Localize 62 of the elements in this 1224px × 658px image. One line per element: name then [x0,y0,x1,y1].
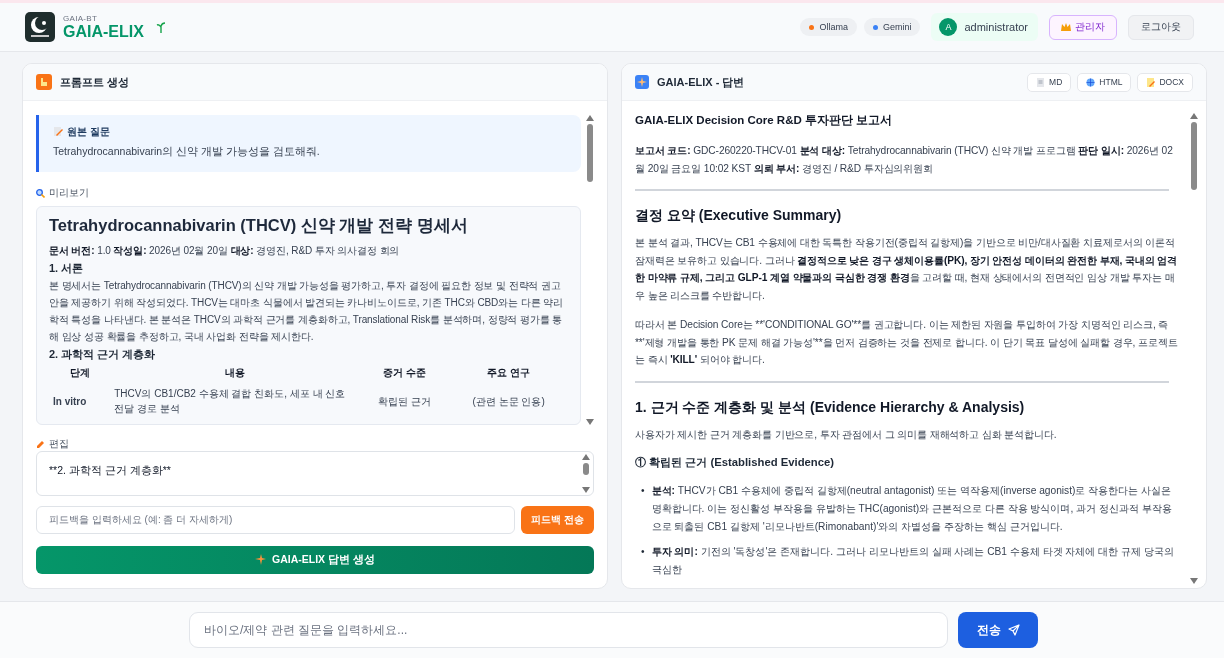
user-avatar: A [939,18,958,36]
sprout-icon [155,21,166,33]
section-heading: 결정 요약 (Executive Summary) [635,207,843,225]
scrollbar[interactable] [581,454,590,493]
paragraph: 본 명세서는 Tetrahydrocannabivarin (THCV)의 신약 개발 가능성을 평가하고, 투자 결정에 필요한 정보 및 전략적 권고안을 제공하기 위해 작성되었다. THCV는 대마초 식물에서 발견되는 카나비노이드로, 기존 THC와 CBD와는 다른 약리학적 특성을 나타낸다. 본 분석은 THCV의 과학적 근거를 계층화하고, Translational Risk를 분석하며, 정량적 평가를 통해 임상 성공 확률을 추정하고, 국내 사업화 전략을 제시한다. [49,279,564,344]
paragraph: 따라서 본 Decision Core는 **'CONDITIONAL GO'**를 권고합니다. 이는 제한된 자원을 투입하여 가장 치명적인 리스크, 즉 **'제형 개발을 통한 PK 문제 해결 가능성'**을 먼저 검증하는 것을 전제로 합니다. 이 단기 목표 달성에 실패할 경우, 프로젝트는 즉시 'KILL' 되어야 합니다. [635,318,1179,367]
panel-title: GAIA-ELIX - 답변 [657,74,745,90]
feedback-input[interactable]: 피드백을 입력하세요 (예: 좀 더 자세하게) [36,505,516,534]
paragraph: 본 분석 결과, THCV는 CB1 수용체에 대한 독특한 작용기전(중립적 길항제)을 기반으로 비만/대사질환 치료제로서의 이론적 잠재력은 보유하고 있습니다. 그러나 결정적으로 낮은 경구 생체이용률(PK), 장기 안전성 데이터의 완전한 부재, 국내의 엄격한 마약류 규제, 그리고 GLP-1 계열 약물과의 극심한 경쟁 환경을 고려할 때, 현재 상태에서의 전면적인 임상 개발 투자는 매우 높은 리스크를 수반합니다. [635,236,1179,303]
report-title: GAIA-ELIX Decision Core R&D 투자판단 보고서 [635,113,894,128]
edit-textarea[interactable]: **2. 과학적 근거 계층화** [36,451,594,496]
table-cell-text: (관련 논문 인용) [471,394,546,409]
panel-title: 프롬프트 생성 [60,74,130,90]
pen-document-icon [1146,77,1156,87]
table-cell-text: THCV의 CB1/CB2 수용체 결합 친화도, 세포 내 신호 전달 경로 분석 [113,387,347,416]
model-label: Ollama [819,22,848,32]
chat-input[interactable]: 바이오/제약 관련 질문을 입력하세요... [189,612,948,648]
table-cell-text: 확립된 근거 [376,394,432,409]
document-icon [1036,77,1046,87]
pencil-icon [36,439,45,449]
logout-button[interactable]: 로그아웃 [1128,14,1194,40]
bullet-text: 분석: THCV가 CB1 수용체에 중립적 길항제(neutral antagonist) 또는 역작용제(inverse agonist)로 작용한다는 사실은 명확합니다. 이는 정신활성 부작용을 유발하는 THC(agonist)와 근본적으로 다른 작용 방식이며, 과거 정신과적 부작용으로 퇴출된 CB1 길항제 '리모나반트(Rimonabant)'와의 차별성을 주장하는 핵심 근거입니다. [651,484,1173,534]
brand-name: GAIA-ELIX [63,23,144,40]
magnifier-icon [36,188,45,198]
admin-button[interactable]: 관리자 [1049,14,1117,40]
section-heading: 1. 근거 수준 계층화 및 분석 (Evidence Hierarchy & Analysis) [635,398,1026,417]
memo-icon [53,127,63,137]
send-button[interactable]: 전송 [958,612,1038,648]
section-heading: 1. 서론 [49,261,85,276]
generate-button[interactable]: GAIA-ELIX 답변 생성 [36,545,594,574]
globe-icon [1086,77,1096,87]
logo-icon [25,12,55,42]
question-text: Tetrahydrocannabivarin의 신약 개발 가능성을 검토해줘. [53,145,321,159]
paragraph: 사용자가 제시한 근거 계층화를 기반으로, 투자 관점에서 그 의미를 재해석하고 심화 분석합니다. [635,427,1058,442]
bullet-marker: • [641,484,645,498]
export-button[interactable]: MD [1027,72,1072,92]
scrollbar[interactable] [585,115,594,425]
column-header: 단계 [68,366,91,380]
scrollbar[interactable] [1189,113,1198,584]
column-header: 내용 [223,366,246,380]
document-title: Tetrahydrocannabivarin (THCV) 신약 개발 전략 명세서 [49,215,469,236]
model-label: Gemini [882,22,912,32]
bullet-text: 투자 의미: 기전의 '독창성'은 존재합니다. 그러나 리모나반트의 실패 사례는 CB1 수용체 타겟 자체에 대한 규제 당국의 극심한 [651,545,1175,577]
crown-icon [1061,23,1071,31]
sparkle-badge-icon [635,75,649,89]
column-header: 주요 연구 [486,366,531,380]
paragraph: 보고서 코드: GDC-260220-THCV-01 분석 대상: Tetrahydrocannabivarin (THCV) 신약 개발 프로그램 판단 일시: 2026년 02월 20일 금요일 10:02 KST 의뢰 부서: 경영진 / R&D 투자심의위원회 [635,144,1174,176]
paragraph: 문서 버전: 1.0 작성일: 2026년 02월 20일 대상: 경영진, R&D 투자 의사결정 회의 [49,244,401,258]
question-label: 원본 질문 [67,125,110,139]
send-icon [1007,624,1020,636]
table-cell-text: In vitro [52,394,88,409]
section-label: 미리보기 [49,186,89,200]
section-heading: 2. 과학적 근거 계층화 [49,347,157,362]
export-button[interactable]: HTML [1077,72,1132,92]
user-name: administrator [964,21,1028,33]
bullet-marker: • [641,545,645,559]
subsection-heading: ① 확립된 근거 (Established Evidence) [635,455,836,470]
column-header: 증거 수준 [381,366,427,380]
export-button[interactable]: DOCX [1137,72,1193,92]
brand-subtitle: GAIA-BT [63,14,99,23]
section-label: 편집 [49,437,69,451]
sparkle-icon [255,554,267,566]
